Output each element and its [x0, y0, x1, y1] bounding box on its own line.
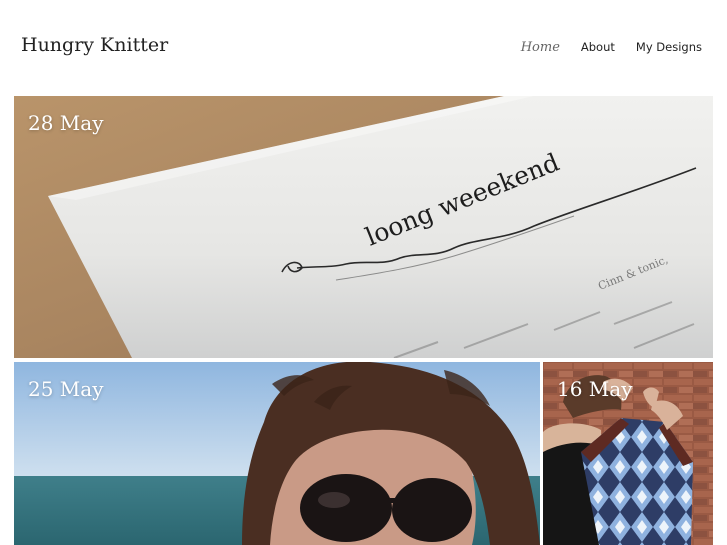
main-navigation: Home About My Designs [521, 40, 702, 55]
post-tile-16-may[interactable]: 16 May [543, 362, 713, 545]
post-date: 25 May [28, 377, 104, 401]
site-title[interactable]: Hungry Knitter [21, 34, 168, 56]
post-date: 28 May [28, 111, 104, 135]
nav-item-about[interactable]: About [581, 40, 615, 54]
post-tile-25-may[interactable]: 25 May [14, 362, 540, 545]
nav-item-my-designs[interactable]: My Designs [636, 40, 702, 54]
nav-item-home[interactable]: Home [521, 40, 560, 55]
post-date: 16 May [557, 377, 633, 401]
post-tile-28-may[interactable]: loong weeekend Cinn & tonic, 28 May [14, 96, 713, 358]
paper-note-photo: loong weeekend Cinn & tonic, [14, 96, 713, 358]
